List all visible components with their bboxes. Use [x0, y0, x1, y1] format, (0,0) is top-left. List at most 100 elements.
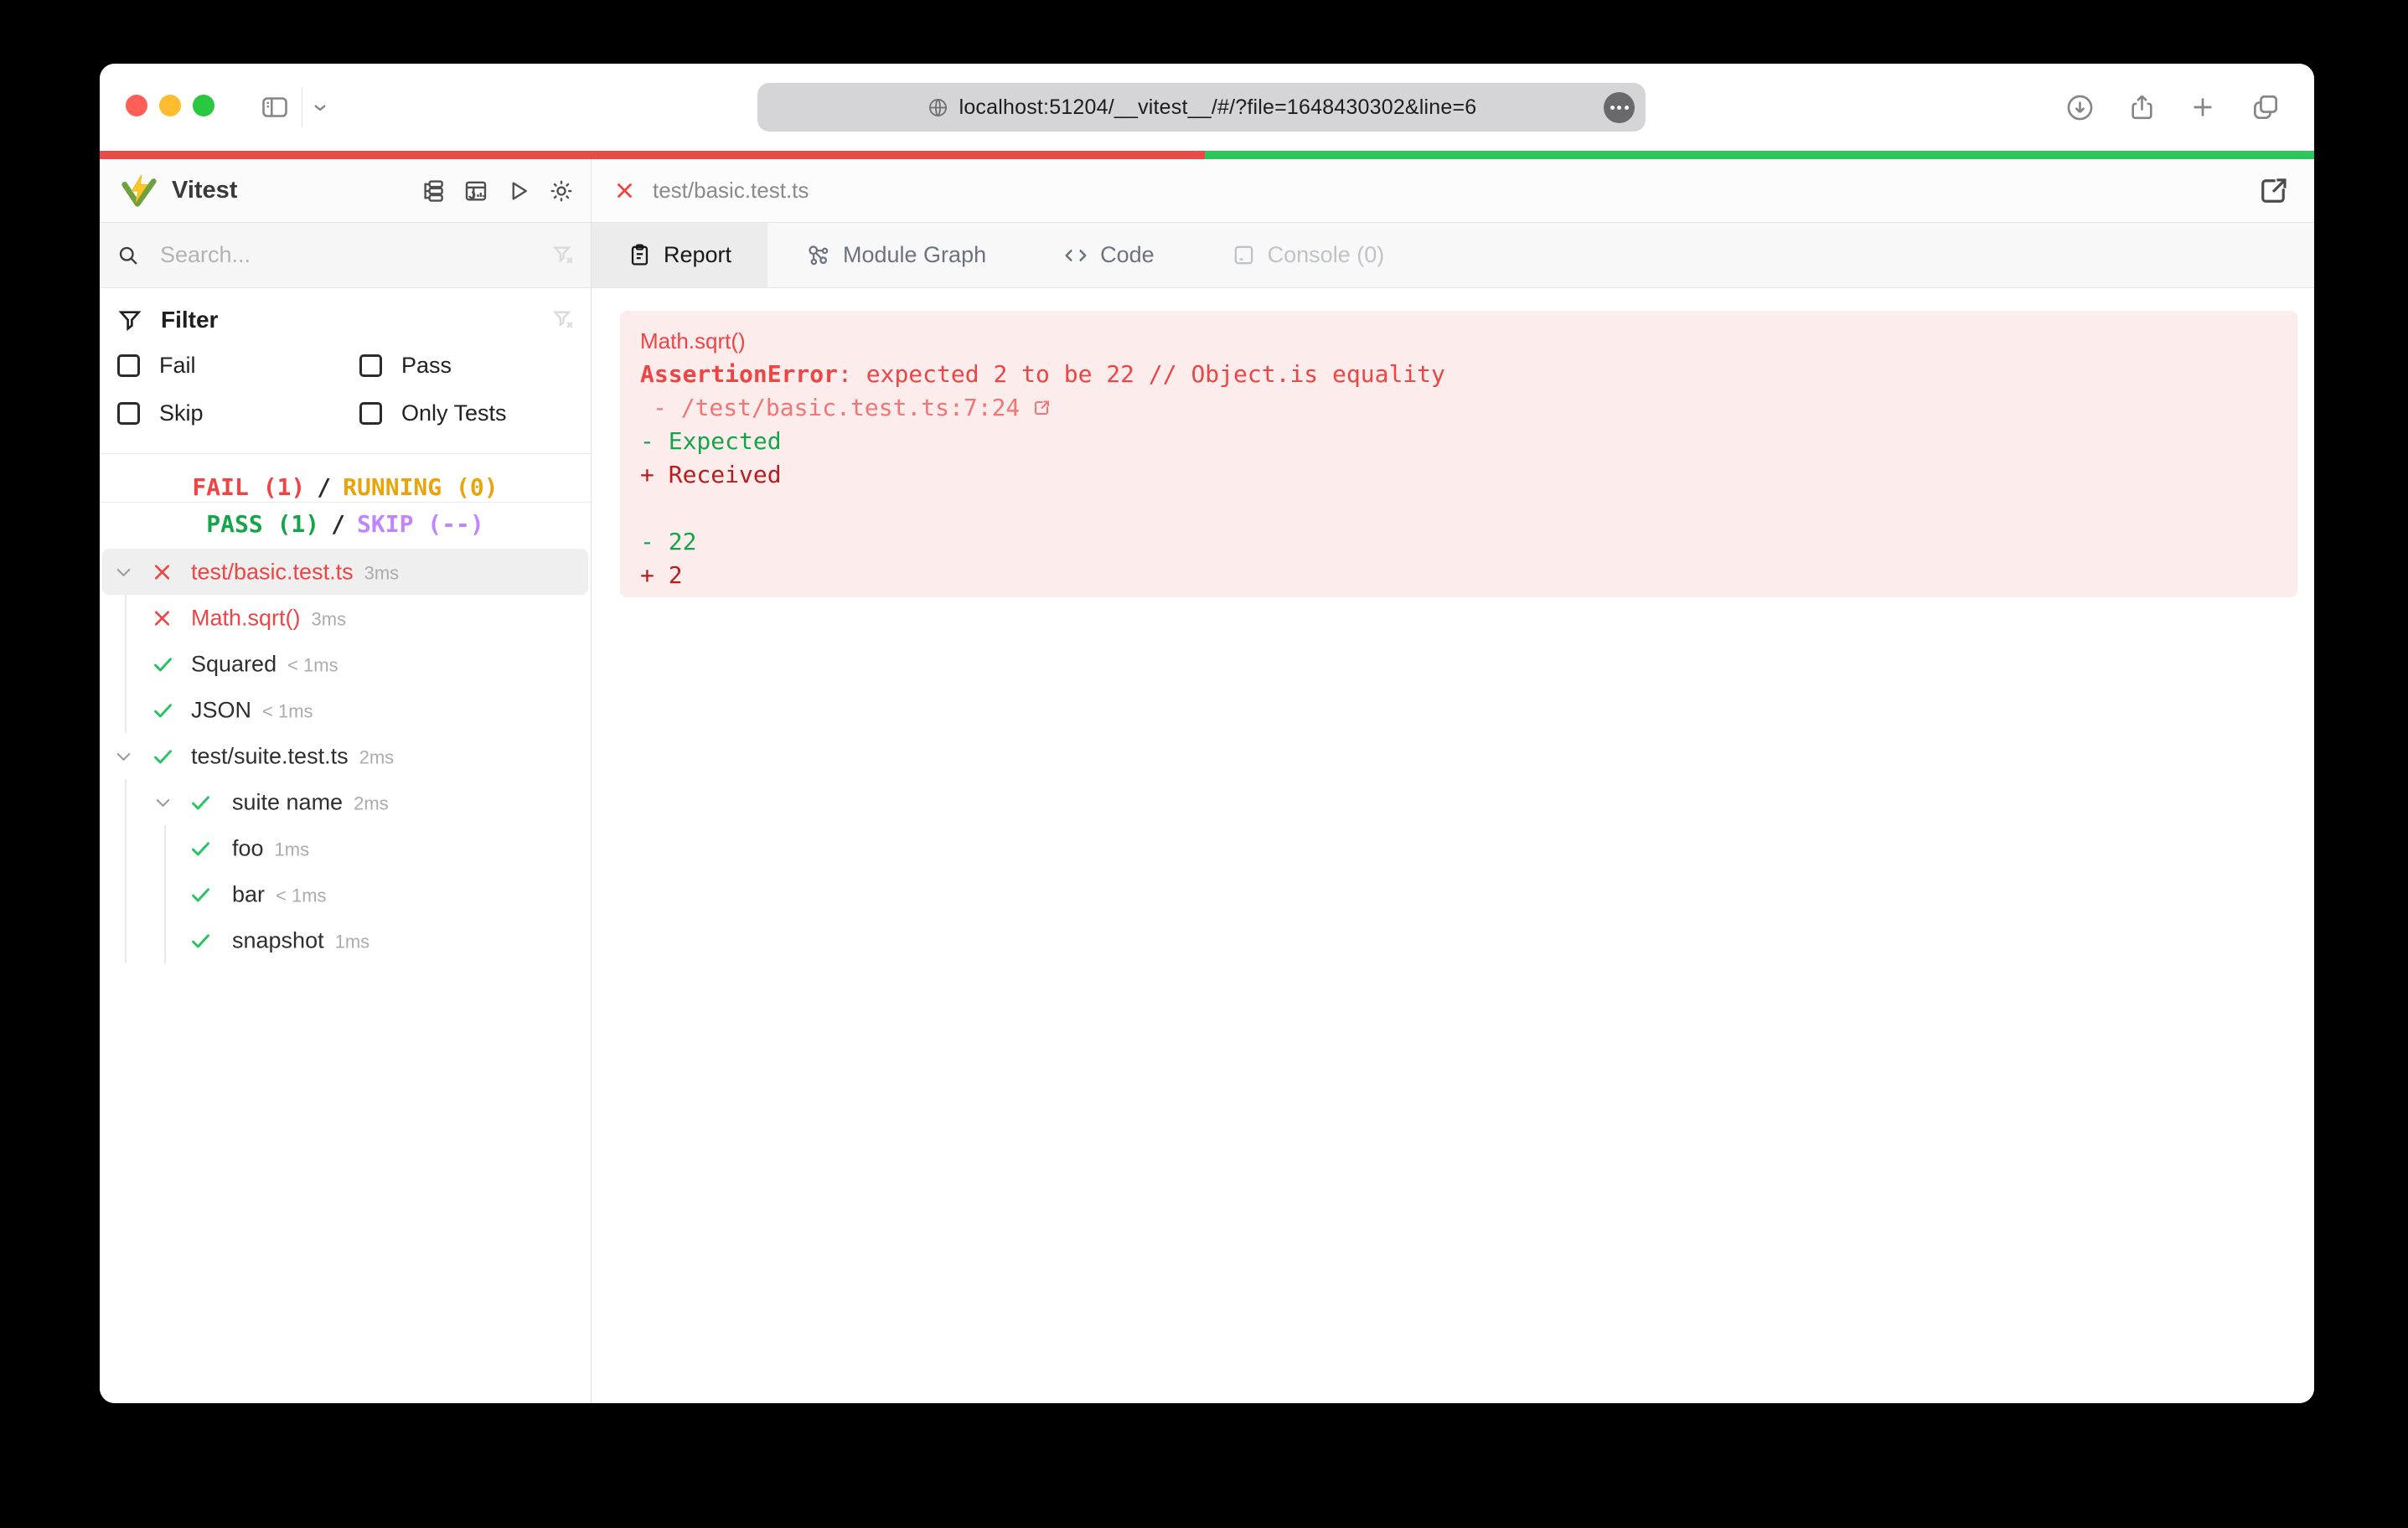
pass-check-icon: [189, 883, 212, 906]
test-label: Squared< 1ms: [191, 651, 338, 677]
sidebar: Vitest: [100, 159, 592, 1403]
close-window-button[interactable]: [126, 95, 147, 116]
diff-blank-line: [640, 492, 2277, 525]
stack-trace-line[interactable]: - /test/basic.test.ts:7:24: [640, 391, 2277, 425]
checkbox-icon[interactable]: [117, 402, 140, 425]
fail-count: FAIL (1): [192, 473, 305, 501]
tab-console-0[interactable]: Console (0): [1193, 223, 1424, 287]
globe-icon: [927, 96, 949, 119]
tab-module-graph[interactable]: Module Graph: [767, 223, 1025, 287]
search-input[interactable]: [160, 242, 552, 268]
new-tab-icon[interactable]: [2188, 64, 2218, 151]
tree-row[interactable]: suite name2ms: [102, 779, 588, 825]
running-count: RUNNING (0): [343, 473, 498, 501]
tab-label: Console (0): [1268, 242, 1385, 268]
pass-count: PASS (1): [206, 510, 319, 538]
diff-line-received: + Received: [640, 458, 2277, 492]
fail-cross-icon: [152, 607, 173, 628]
tab-label: Report: [664, 242, 731, 268]
test-label: foo1ms: [232, 835, 309, 861]
tab-overview-icon[interactable]: [2250, 64, 2281, 151]
test-label: JSON< 1ms: [191, 697, 313, 723]
filter-checkbox-fail[interactable]: Fail: [117, 348, 359, 382]
checkbox-icon[interactable]: [359, 354, 382, 377]
tree-guide-line: [164, 825, 166, 871]
page-settings-icon[interactable]: [1604, 92, 1635, 123]
run-all-icon[interactable]: [506, 178, 531, 204]
tree-row[interactable]: test/suite.test.ts2ms: [102, 733, 588, 779]
tree-guide-line: [125, 641, 127, 687]
tab-code[interactable]: Code: [1025, 223, 1193, 287]
expand-chevron-icon[interactable]: [153, 792, 173, 812]
open-in-editor-icon[interactable]: [2256, 173, 2291, 209]
sidebar-header: Vitest: [100, 159, 591, 223]
main-panel: test/basic.test.ts Report Module Graph C…: [592, 159, 2314, 1403]
filter-checkbox-skip[interactable]: Skip: [117, 396, 359, 430]
tree-row[interactable]: snapshot1ms: [102, 917, 588, 963]
tree-row[interactable]: Math.sqrt()3ms: [102, 595, 588, 641]
tree-row[interactable]: foo1ms: [102, 825, 588, 871]
file-header: test/basic.test.ts: [592, 159, 2314, 223]
tree-row[interactable]: Squared< 1ms: [102, 641, 588, 687]
checkbox-icon[interactable]: [359, 402, 382, 425]
sidebar-toggle-icon[interactable]: [258, 64, 292, 151]
app-title: Vitest: [172, 177, 421, 204]
clear-search-filter-icon[interactable]: [552, 244, 576, 267]
tree-guide-line: [164, 917, 166, 963]
vitest-logo: [120, 172, 158, 210]
console-icon: [1232, 243, 1256, 267]
tree-guide-line: [125, 687, 127, 733]
expand-chevron-icon[interactable]: [114, 562, 133, 581]
test-label: suite name2ms: [232, 789, 389, 815]
filter-section: Filter Fail Pass Skip Only Tests: [100, 288, 591, 454]
assertion-error-line: AssertionError: expected 2 to be 22 // O…: [640, 358, 2277, 391]
url-text: localhost:51204/__vitest__/#/?file=16484…: [959, 96, 1477, 120]
test-duration: 1ms: [335, 931, 370, 952]
module-graph-icon: [806, 243, 831, 268]
code-icon: [1063, 243, 1088, 268]
open-stack-in-editor-icon[interactable]: [1031, 331, 1229, 485]
filter-checkbox-pass[interactable]: Pass: [359, 348, 576, 382]
tree-row[interactable]: JSON< 1ms: [102, 687, 588, 733]
test-duration: 3ms: [312, 608, 347, 630]
tree-guide-line: [125, 595, 127, 641]
collapse-tree-icon[interactable]: [421, 178, 446, 204]
open-file-name: test/basic.test.ts: [653, 178, 2256, 204]
minimize-window-button[interactable]: [159, 95, 181, 116]
fail-cross-icon: [152, 561, 173, 582]
tab-report[interactable]: Report: [592, 223, 767, 287]
tree-guide-line: [125, 917, 127, 963]
tree-guide-line: [125, 779, 127, 825]
search-bar: [100, 223, 591, 288]
view-tabs: Report Module Graph Code Console (0): [592, 223, 2314, 288]
tree-row[interactable]: bar< 1ms: [102, 871, 588, 917]
browser-window: localhost:51204/__vitest__/#/?file=16484…: [100, 64, 2314, 1403]
search-icon: [116, 244, 140, 267]
checkbox-label: Pass: [401, 353, 452, 379]
downloads-icon[interactable]: [2064, 64, 2095, 151]
skip-count: SKIP (--): [357, 510, 484, 538]
progress-pass-segment: [1205, 151, 2314, 159]
report-pane: Math.sqrt() AssertionError: expected 2 t…: [592, 288, 2314, 1403]
filter-checkbox-only-tests[interactable]: Only Tests: [359, 396, 576, 430]
checkbox-icon[interactable]: [117, 354, 140, 377]
test-label: snapshot1ms: [232, 927, 369, 953]
dashboard-icon[interactable]: [463, 178, 488, 204]
pass-check-icon: [189, 929, 212, 952]
checkbox-label: Skip: [159, 400, 204, 426]
pass-check-icon: [189, 791, 212, 813]
test-summary: FAIL (1) / RUNNING (0) PASS (1) / SKIP (…: [100, 454, 591, 540]
expand-chevron-icon[interactable]: [114, 746, 133, 766]
chevron-down-icon[interactable]: [310, 64, 330, 151]
clear-filter-icon[interactable]: [552, 308, 576, 332]
test-duration: 2ms: [359, 746, 395, 768]
test-duration: 2ms: [354, 792, 389, 814]
filter-title: Filter: [161, 307, 552, 333]
address-bar[interactable]: localhost:51204/__vitest__/#/?file=16484…: [757, 83, 1646, 132]
share-icon[interactable]: [2126, 64, 2157, 151]
zoom-window-button[interactable]: [193, 95, 214, 116]
theme-toggle-icon[interactable]: [549, 178, 574, 204]
tree-row[interactable]: test/basic.test.ts3ms: [102, 549, 588, 595]
test-label: bar< 1ms: [232, 881, 327, 907]
diff-line-expected: - 22: [640, 525, 2277, 559]
